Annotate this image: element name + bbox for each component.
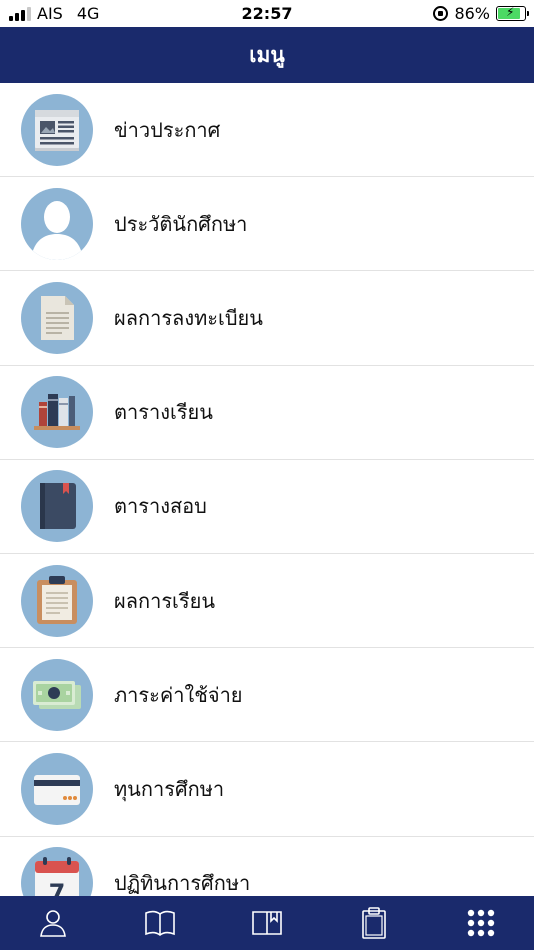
status-bar: AIS 4G 22:57 86% ⚡ <box>0 0 534 27</box>
tab-menu[interactable] <box>451 896 511 950</box>
menu-item-class-schedule[interactable]: ตารางเรียน <box>0 366 534 460</box>
clipboard-icon <box>21 564 93 637</box>
money-icon <box>21 658 93 731</box>
tab-bookmarks[interactable] <box>237 896 297 950</box>
menu-item-expenses[interactable]: ภาระค่าใช้จ่าย <box>0 648 534 743</box>
battery-icon: ⚡ <box>496 5 529 21</box>
menu-item-student-profile[interactable]: ประวัตินักศึกษา <box>0 177 534 272</box>
page-title: เมนู <box>249 42 285 67</box>
book-open-icon <box>145 910 175 936</box>
grid-icon <box>467 909 494 937</box>
menu-item-label: ตารางสอบ <box>114 494 207 519</box>
menu-item-academic-calendar[interactable]: 7 ปฏิทินการศึกษา <box>0 837 534 896</box>
menu-item-news[interactable]: ข่าวประกาศ <box>0 83 534 178</box>
menu-item-label: ข่าวประกาศ <box>114 117 221 142</box>
charging-bolt-icon: ⚡ <box>506 5 515 19</box>
menu-item-grades[interactable]: ผลการเรียน <box>0 554 534 649</box>
tab-courses[interactable] <box>130 896 190 950</box>
menu-item-scholarship[interactable]: ทุนการศึกษา <box>0 742 534 837</box>
card-icon <box>21 752 93 825</box>
tab-clipboard[interactable] <box>344 896 404 950</box>
status-right: 86% ⚡ <box>433 4 529 23</box>
app-header: เมนู <box>0 27 534 83</box>
clipboard-tab-icon <box>361 907 386 939</box>
menu-list[interactable]: ข่าวประกาศ ประวัตินักศึกษา ผลการลงทะเบีย… <box>0 83 534 896</box>
tab-bar <box>0 896 534 950</box>
notebook-icon <box>21 470 93 543</box>
battery-percent: 86% <box>454 4 490 23</box>
menu-item-label: ผลการเรียน <box>114 588 216 613</box>
tab-profile[interactable] <box>23 896 83 950</box>
menu-item-label: ภาระค่าใช้จ่าย <box>114 682 243 707</box>
profile-icon <box>21 187 93 260</box>
calendar-day-text: 7 <box>49 879 66 896</box>
menu-item-label: ตารางเรียน <box>114 400 213 425</box>
bookmark-book-icon <box>252 911 282 935</box>
newspaper-icon <box>21 93 93 166</box>
menu-item-label: ทุนการศึกษา <box>114 776 225 801</box>
calendar-icon: 7 <box>21 847 93 896</box>
menu-item-registration-result[interactable]: ผลการลงทะเบียน <box>0 271 534 366</box>
menu-item-exam-schedule[interactable]: ตารางสอบ <box>0 460 534 554</box>
person-icon <box>40 910 67 937</box>
document-icon <box>21 281 93 354</box>
menu-item-label: ปฏิทินการศึกษา <box>114 871 251 896</box>
books-icon <box>21 376 93 449</box>
menu-item-label: ประวัตินักศึกษา <box>114 211 248 236</box>
menu-item-label: ผลการลงทะเบียน <box>114 305 263 330</box>
rotation-lock-icon <box>433 6 449 21</box>
